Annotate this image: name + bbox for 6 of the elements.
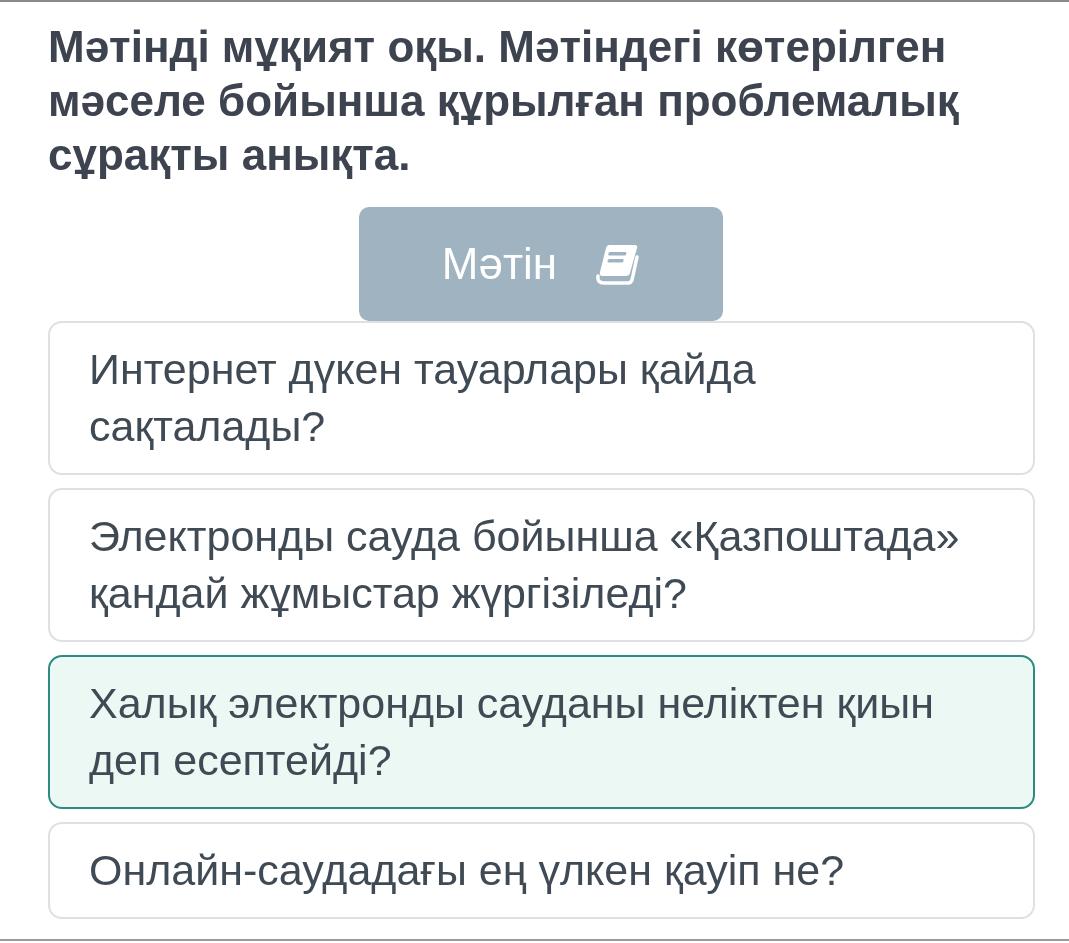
- answer-option[interactable]: Интернет дүкен тауарлары қайда сақталады?: [48, 321, 1035, 475]
- question-heading: Мәтінді мұқият оқы. Мәтіндегі көтерілген мәселе бойынша құрылған проблемалық сұрақты анықта.: [48, 21, 960, 181]
- book-icon: [595, 243, 640, 285]
- answer-option[interactable]: Электронды сауда бойынша «Қазпоштада» қандай жұмыстар жүргізіледі?: [48, 488, 1035, 642]
- answer-option[interactable]: Онлайн-саудадағы ең үлкен қауіп не?: [48, 822, 1035, 919]
- answer-option[interactable]: Халық электронды сауданы неліктен қиын деп есептейді?: [48, 655, 1035, 809]
